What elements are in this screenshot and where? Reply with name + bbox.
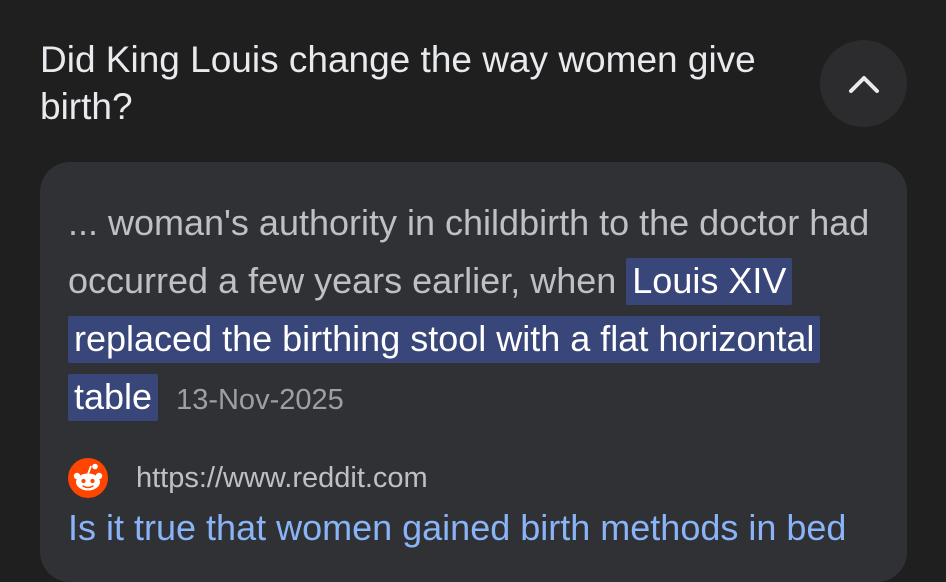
collapse-button[interactable] xyxy=(820,40,907,127)
snippet-date: 13-Nov-2025 xyxy=(176,384,344,416)
question-heading[interactable]: Did King Louis change the way women give… xyxy=(40,36,800,130)
answer-card: ... woman's authority in childbirth to t… xyxy=(40,162,907,582)
answer-snippet: ... woman's authority in childbirth to t… xyxy=(68,194,888,429)
source-link[interactable]: https://www.reddit.com xyxy=(68,458,428,498)
chevron-up-icon xyxy=(848,75,879,93)
source-url: https://www.reddit.com xyxy=(136,461,428,494)
reddit-icon xyxy=(68,458,108,498)
next-result-link[interactable]: Is it true that women gained birth metho… xyxy=(68,506,888,550)
